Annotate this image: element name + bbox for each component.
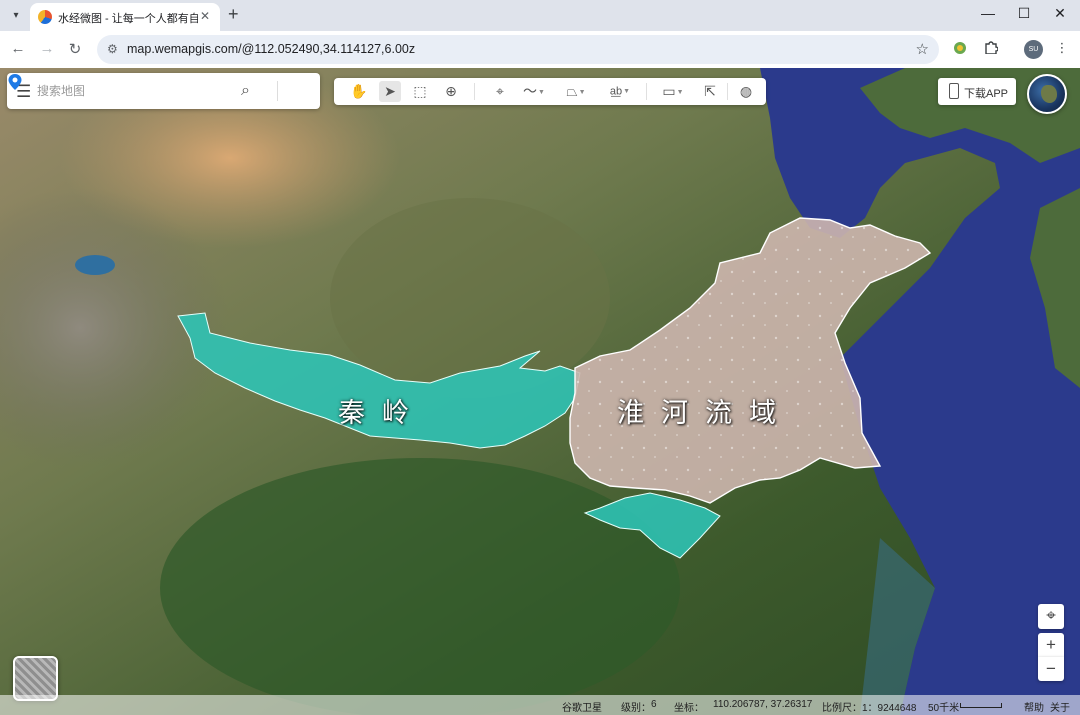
- back-button[interactable]: ←: [8, 40, 28, 57]
- site-info-icon[interactable]: ⚙: [107, 42, 118, 56]
- url-text[interactable]: map.wemapgis.com/@112.052490,34.114127,6…: [127, 42, 415, 56]
- sichuan-basin: [160, 458, 680, 715]
- satellite-basemap: [0, 68, 1080, 715]
- pan-tool-icon[interactable]: ✋: [347, 81, 371, 102]
- tab-title: 水经微图 - 让每一个人都有自己: [58, 13, 198, 25]
- toolbar-divider: [646, 83, 647, 100]
- location-pin-icon[interactable]: [7, 73, 23, 91]
- browser-tab-bar: ▾ 水经微图 - 让每一个人都有自己 ✕ + — ☐ ✕: [0, 0, 1080, 31]
- bookmark-star-icon[interactable]: ☆: [916, 40, 929, 58]
- coordinate-label: 坐标：: [674, 703, 704, 714]
- cursor-coordinates: 110.206787, 37.26317: [713, 699, 813, 710]
- download-app-label: 下载APP: [964, 88, 1009, 100]
- map-canvas[interactable]: 秦岭 淮河流域 ☰ ⌕ ✋ ➤ ⬚ ⊕ ⌖ 〜▼ ⏢▼ a͟b▼ ▭▼ ⇱ ◍ …: [0, 68, 1080, 715]
- download-app-button[interactable]: 下载APP: [938, 78, 1016, 105]
- measure-tool-icon[interactable]: ▭▼: [656, 81, 690, 102]
- search-divider: [277, 81, 278, 101]
- qinghai-lake: [75, 255, 115, 275]
- box-select-tool-icon[interactable]: ⬚: [409, 81, 431, 102]
- locate-me-button[interactable]: ⌖: [1038, 604, 1064, 629]
- zoom-level-label: 级别：: [621, 703, 651, 714]
- close-window-button[interactable]: ✕: [1050, 5, 1070, 22]
- toolbar-divider: [727, 83, 728, 100]
- phone-icon: [949, 83, 959, 99]
- reload-button[interactable]: ↻: [65, 40, 85, 58]
- browser-menu-icon[interactable]: ⋮: [1052, 40, 1072, 56]
- text-tool-icon[interactable]: a͟b▼: [603, 81, 637, 102]
- map-status-bar: 谷歌卫星 级别： 6 坐标： 110.206787, 37.26317 比例尺：…: [0, 695, 1080, 715]
- forward-button[interactable]: →: [37, 40, 57, 57]
- help-link[interactable]: 帮助: [1024, 699, 1044, 714]
- select-tool-icon[interactable]: ➤: [379, 81, 401, 102]
- scale-bar-label: 50千米: [928, 703, 960, 714]
- scale-value: 1：9244648: [862, 703, 917, 714]
- browser-tab[interactable]: 水经微图 - 让每一个人都有自己 ✕: [30, 3, 220, 31]
- about-link[interactable]: 关于: [1050, 699, 1070, 714]
- maximize-button[interactable]: ☐: [1014, 5, 1034, 22]
- profile-avatar[interactable]: SU: [1024, 40, 1043, 59]
- polyline-tool-icon[interactable]: 〜▼: [519, 81, 549, 102]
- huaihe-label: 淮河流域: [617, 398, 793, 429]
- scale-label: 比例尺：: [822, 703, 862, 714]
- tab-close-icon[interactable]: ✕: [200, 9, 210, 23]
- toolbar-divider: [474, 83, 475, 100]
- address-bar[interactable]: ⚙ map.wemapgis.com/@112.052490,34.114127…: [97, 35, 939, 64]
- zoom-out-button[interactable]: −: [1038, 657, 1064, 681]
- polygon-tool-icon[interactable]: ⏢▼: [560, 81, 592, 102]
- browser-toolbar: ← → ↻ ⚙ map.wemapgis.com/@112.052490,34.…: [0, 31, 1080, 68]
- extensions-puzzle-icon[interactable]: [981, 40, 1001, 57]
- new-tab-button[interactable]: +: [228, 4, 239, 25]
- search-icon[interactable]: ⌕: [241, 82, 250, 100]
- qinling-label: 秦岭: [338, 398, 426, 429]
- marker-tool-icon[interactable]: ⌖: [489, 81, 511, 102]
- basemap-source: 谷歌卫星: [562, 703, 602, 714]
- loess-plateau: [330, 198, 610, 398]
- map-tools-toolbar: ✋ ➤ ⬚ ⊕ ⌖ 〜▼ ⏢▼ a͟b▼ ▭▼ ⇱ ◍: [334, 78, 766, 105]
- globe-tool-icon[interactable]: ◍: [735, 81, 757, 102]
- identify-tool-icon[interactable]: ⇱: [699, 81, 721, 102]
- zoom-in-button[interactable]: +: [1038, 633, 1064, 657]
- site-favicon-icon: [38, 10, 52, 24]
- map-search-box: ☰ ⌕: [7, 73, 320, 109]
- scale-bar: [960, 703, 1002, 708]
- globe-view-button[interactable]: [1027, 74, 1067, 114]
- tab-search-menu-button[interactable]: ▾: [6, 6, 26, 26]
- globe-icon: [1041, 85, 1057, 103]
- minimize-button[interactable]: —: [978, 5, 998, 21]
- zoom-controls: ⌖ + −: [1038, 604, 1064, 683]
- zoom-level-value: 6: [651, 699, 657, 710]
- extension-icon[interactable]: [950, 40, 970, 59]
- zoom-search-tool-icon[interactable]: ⊕: [440, 81, 462, 102]
- map-search-input[interactable]: [37, 82, 227, 100]
